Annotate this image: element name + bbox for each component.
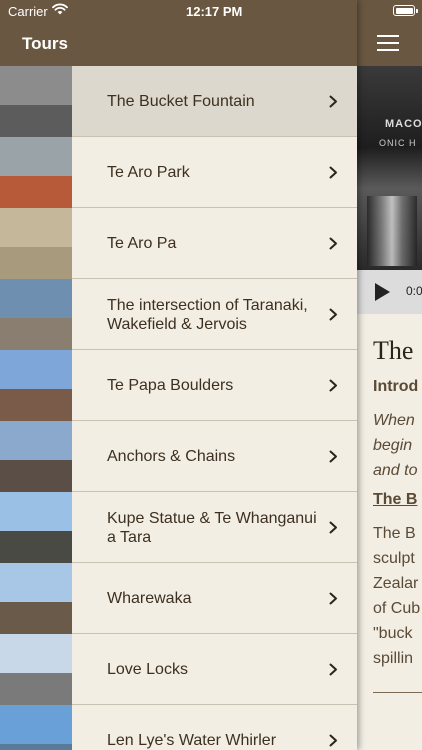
chevron-right-icon (329, 379, 337, 392)
audio-player: 0:0 (357, 270, 422, 314)
tour-row[interactable]: Len Lye's Water Whirler (0, 705, 357, 750)
hero-image: MACO ONIC H (357, 66, 422, 270)
tour-label: The Bucket Fountain (107, 93, 255, 110)
tour-list: The Bucket Fountain Te Aro Park Te Aro Pa T… (0, 66, 357, 750)
hero-sign-text-2: ONIC H (379, 138, 417, 148)
play-icon[interactable] (375, 283, 390, 301)
tour-row[interactable]: Kupe Statue & Te Whanganui a Tara (0, 492, 357, 563)
tour-label: The intersection of Taranaki, Wakefield … (107, 297, 308, 333)
hero-sign-text: MACO (385, 118, 422, 130)
chevron-right-icon (329, 734, 337, 747)
divider (373, 692, 422, 693)
tour-label: Anchors & Chains (107, 448, 236, 465)
tour-thumbnail (0, 208, 72, 279)
battery-icon (393, 5, 418, 16)
detail-intro: When begin and to (373, 412, 418, 479)
wifi-icon (52, 3, 68, 15)
tour-label: Te Papa Boulders (107, 377, 234, 394)
tour-label: Te Aro Pa (107, 235, 177, 252)
page-title: Tours (22, 34, 68, 53)
tour-row[interactable]: Wharewaka (0, 563, 357, 634)
status-bar: Carrier 12:17 PM (0, 0, 422, 22)
tour-label: Wharewaka (107, 590, 192, 607)
chevron-right-icon (329, 592, 337, 605)
tour-thumbnail (0, 66, 72, 137)
tour-row[interactable]: Te Aro Pa (0, 208, 357, 279)
detail-section-heading: The B (373, 491, 418, 508)
chevron-right-icon (329, 308, 337, 321)
chevron-right-icon (329, 237, 337, 250)
tour-label: Kupe Statue & Te Whanganui a Tara (107, 510, 317, 546)
hamburger-menu-icon[interactable] (377, 35, 399, 51)
tour-label: Love Locks (107, 661, 188, 678)
chevron-right-icon (329, 166, 337, 179)
clock: 12:17 PM (186, 4, 243, 19)
detail-pane: MACO ONIC H 0:0 The Introd When begin an… (357, 0, 422, 750)
tours-pane: Tours The Bucket Fountain Te Aro Park Te A… (0, 0, 357, 750)
tour-row[interactable]: Te Aro Park (0, 137, 357, 208)
tour-thumbnail (0, 421, 72, 492)
carrier-label: Carrier (8, 4, 48, 19)
audio-time: 0:0 (406, 284, 422, 298)
detail-content: The Introd When begin and to The B The B… (373, 334, 422, 671)
tour-label: Te Aro Park (107, 164, 190, 181)
tour-row[interactable]: The intersection of Taranaki, Wakefield … (0, 279, 357, 350)
tour-label: Len Lye's Water Whirler (107, 732, 277, 749)
tour-thumbnail (0, 705, 72, 750)
chevron-right-icon (329, 450, 337, 463)
tour-row[interactable]: Anchors & Chains (0, 421, 357, 492)
tour-thumbnail (0, 137, 72, 208)
tour-row[interactable]: The Bucket Fountain (0, 66, 357, 137)
chevron-right-icon (329, 521, 337, 534)
chevron-right-icon (329, 663, 337, 676)
tour-thumbnail (0, 492, 72, 563)
hero-waterfall (367, 196, 417, 266)
chevron-right-icon (329, 95, 337, 108)
tour-thumbnail (0, 634, 72, 705)
detail-title: The (373, 336, 414, 365)
tour-row[interactable]: Love Locks (0, 634, 357, 705)
tour-thumbnail (0, 563, 72, 634)
tour-row[interactable]: Te Papa Boulders (0, 350, 357, 421)
tour-thumbnail (0, 350, 72, 421)
detail-body: The B sculpt Zealar of Cub "buck spillin (373, 525, 421, 667)
tour-thumbnail (0, 279, 72, 350)
detail-subheading: Introd (373, 378, 419, 395)
